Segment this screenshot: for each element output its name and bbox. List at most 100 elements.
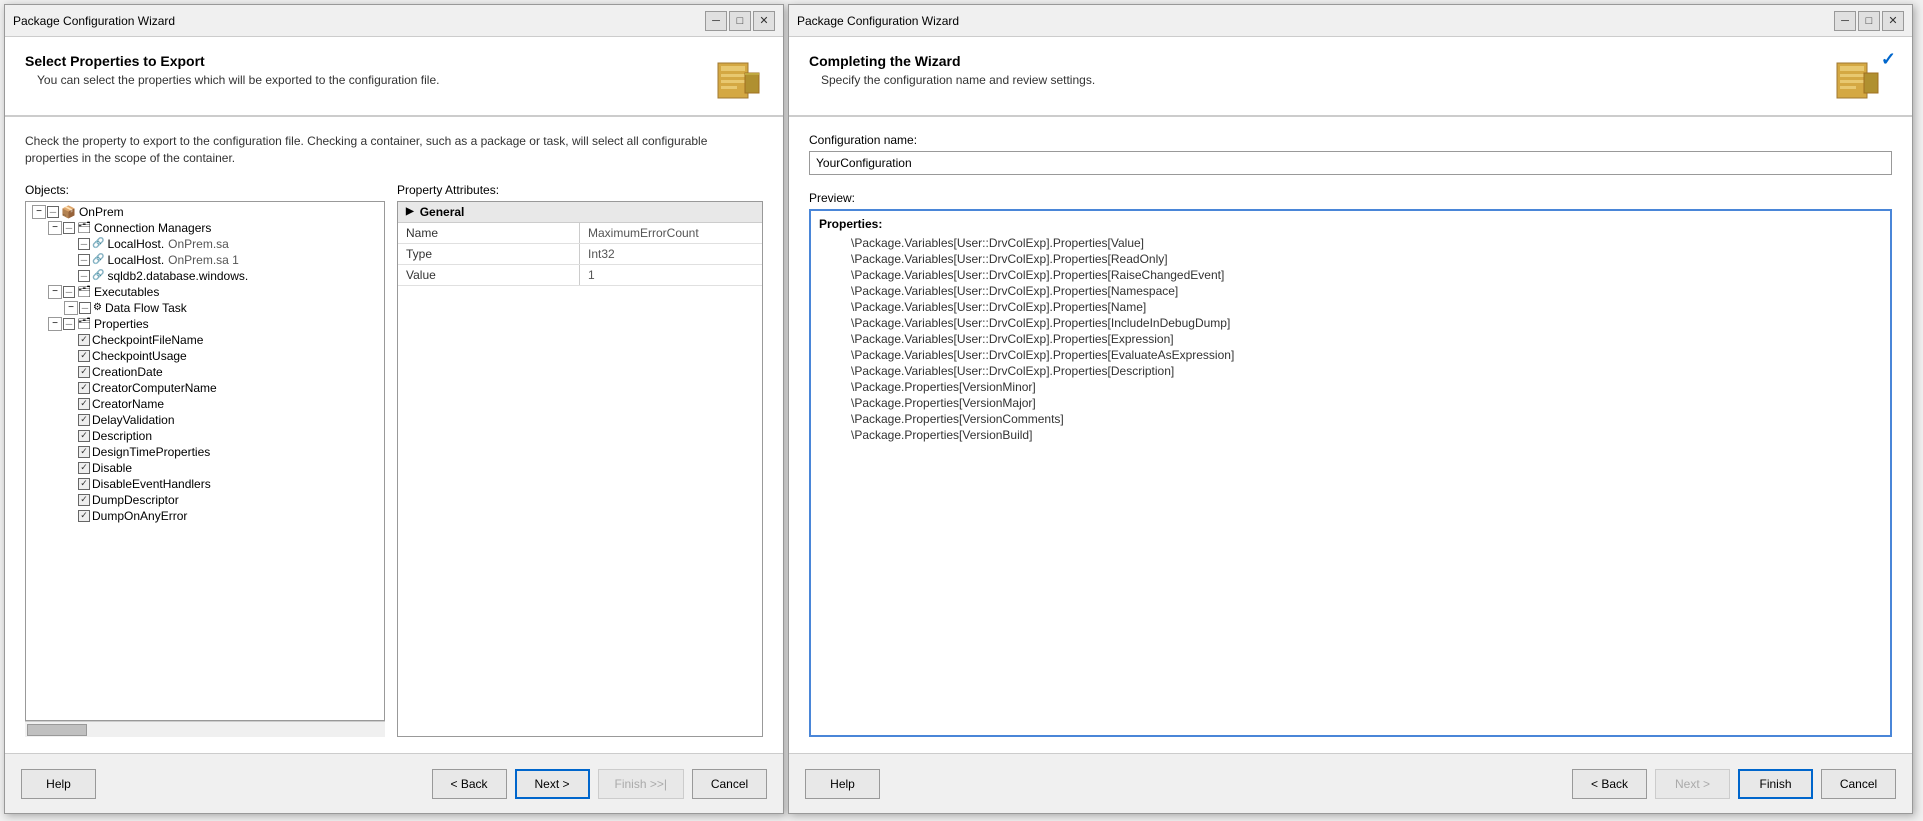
right-title-buttons: ─ □ ✕ — [1834, 11, 1904, 31]
localhost2-value: OnPrem.sa 1 — [168, 253, 239, 267]
config-name-section: Configuration name: — [809, 133, 1892, 175]
preview-item-0: \Package.Variables[User::DrvColExp].Prop… — [819, 235, 1882, 251]
prop-name-value: MaximumErrorCount — [580, 223, 762, 243]
tree-item-dumpdescriptor[interactable]: DumpDescriptor — [28, 492, 382, 508]
tree-item-creatorcomputername[interactable]: CreatorComputerName — [28, 380, 382, 396]
right-header-text: Completing the Wizard Specify the config… — [809, 53, 1095, 87]
expander-onprem[interactable]: − — [32, 205, 46, 219]
cb-designtimeprops[interactable] — [78, 446, 90, 458]
sqldb2-label: sqldb2.database.windows. — [107, 269, 248, 283]
right-finish-button[interactable]: Finish — [1738, 769, 1813, 799]
cb-checkpointfilename[interactable] — [78, 334, 90, 346]
cb-delayvalidation[interactable] — [78, 414, 90, 426]
left-header-text: Select Properties to Export You can sele… — [25, 53, 439, 87]
tree-scrollbar-x[interactable] — [25, 721, 385, 737]
tree-item-localhost2[interactable]: 🔗 LocalHost. OnPrem.sa 1 — [28, 252, 382, 268]
tree-item-disableeventhandlers[interactable]: DisableEventHandlers — [28, 476, 382, 492]
right-wizard-icon-container: ✓ — [1832, 53, 1892, 103]
cb-disable[interactable] — [78, 462, 90, 474]
preview-item-7: \Package.Variables[User::DrvColExp].Prop… — [819, 347, 1882, 363]
tree-item-delayvalidation[interactable]: DelayValidation — [28, 412, 382, 428]
tree-item-checkpointfilename[interactable]: CheckpointFileName — [28, 332, 382, 348]
cb-localhost2[interactable] — [78, 254, 90, 266]
designtimeprops-label: DesignTimeProperties — [92, 445, 210, 459]
prop-row-value: Value 1 — [398, 265, 762, 286]
property-attributes-label: Property Attributes: — [397, 183, 763, 197]
creatorname-label: CreatorName — [92, 397, 164, 411]
config-name-input[interactable] — [809, 151, 1892, 175]
cb-dataflow[interactable] — [79, 302, 91, 314]
connmgr-icon: 🗂 — [77, 221, 91, 234]
cb-checkpointusage[interactable] — [78, 350, 90, 362]
tree-item-creatorname[interactable]: CreatorName — [28, 396, 382, 412]
tree-item-designtimeprops[interactable]: DesignTimeProperties — [28, 444, 382, 460]
expander-props[interactable]: − — [48, 317, 62, 331]
left-close-btn[interactable]: ✕ — [753, 11, 775, 31]
cb-dumpdescriptor[interactable] — [78, 494, 90, 506]
preview-header: Properties: — [819, 217, 1882, 231]
preview-item-10: \Package.Properties[VersionMajor] — [819, 395, 1882, 411]
tree-item-dataflow[interactable]: − ⚙ Data Flow Task — [28, 300, 382, 316]
tree-item-disable[interactable]: Disable — [28, 460, 382, 476]
config-name-label: Configuration name: — [809, 133, 1892, 147]
left-next-button[interactable]: Next > — [515, 769, 590, 799]
tree-item-onprem[interactable]: − 📦 OnPrem — [28, 204, 382, 220]
tree-item-description[interactable]: Description — [28, 428, 382, 444]
localhost1-icon: 🔗 — [92, 238, 104, 249]
right-header-title: Completing the Wizard — [809, 53, 1095, 69]
right-cancel-button[interactable]: Cancel — [1821, 769, 1896, 799]
creatorcomputername-label: CreatorComputerName — [92, 381, 217, 395]
right-header-subtitle: Specify the configuration name and revie… — [821, 73, 1095, 87]
right-help-button[interactable]: Help — [805, 769, 880, 799]
expander-connmgr[interactable]: − — [48, 221, 62, 235]
preview-item-3: \Package.Variables[User::DrvColExp].Prop… — [819, 283, 1882, 299]
prop-name-label: Name — [398, 223, 580, 243]
left-cancel-button[interactable]: Cancel — [692, 769, 767, 799]
right-minimize-btn[interactable]: ─ — [1834, 11, 1856, 31]
cb-onprem[interactable] — [47, 206, 59, 218]
executables-label: Executables — [94, 285, 159, 299]
right-close-btn[interactable]: ✕ — [1882, 11, 1904, 31]
expander-executables[interactable]: − — [48, 285, 62, 299]
cb-connmgr[interactable] — [63, 222, 75, 234]
scrollbar-thumb[interactable] — [27, 724, 87, 736]
left-minimize-btn[interactable]: ─ — [705, 11, 727, 31]
left-wizard-content: Check the property to export to the conf… — [5, 117, 783, 753]
cb-executables[interactable] — [63, 286, 75, 298]
cb-dumponerror[interactable] — [78, 510, 90, 522]
cb-disableeventhandlers[interactable] — [78, 478, 90, 490]
tree-item-dumponerror[interactable]: DumpOnAnyError — [28, 508, 382, 524]
right-wizard: Package Configuration Wizard ─ □ ✕ Compl… — [788, 4, 1913, 814]
right-wizard-content: Configuration name: Preview: Properties:… — [789, 117, 1912, 753]
left-maximize-btn[interactable]: □ — [729, 11, 751, 31]
left-wizard-header: Select Properties to Export You can sele… — [5, 37, 783, 117]
tree-item-creationdate[interactable]: CreationDate — [28, 364, 382, 380]
left-back-button[interactable]: < Back — [432, 769, 507, 799]
tree-item-properties-folder[interactable]: − 🗂 Properties — [28, 316, 382, 332]
cb-description[interactable] — [78, 430, 90, 442]
cb-localhost1[interactable] — [78, 238, 90, 250]
tree-container[interactable]: − 📦 OnPrem − 🗂 Connection Managers — [25, 201, 385, 721]
tree-item-localhost1[interactable]: 🔗 LocalHost. OnPrem.sa — [28, 236, 382, 252]
left-header-title: Select Properties to Export — [25, 53, 439, 69]
preview-item-12: \Package.Properties[VersionBuild] — [819, 427, 1882, 443]
cb-props-folder[interactable] — [63, 318, 75, 330]
localhost2-icon: 🔗 — [92, 254, 104, 265]
tree-item-sqldb2[interactable]: 🔗 sqldb2.database.windows. — [28, 268, 382, 284]
right-next-button: Next > — [1655, 769, 1730, 799]
expander-dataflow[interactable]: − — [64, 301, 78, 315]
checkpointfilename-label: CheckpointFileName — [92, 333, 203, 347]
cb-sqldb2[interactable] — [78, 270, 90, 282]
cb-creatorcomputername[interactable] — [78, 382, 90, 394]
left-help-button[interactable]: Help — [21, 769, 96, 799]
right-footer: Help < Back Next > Finish Cancel — [789, 753, 1912, 813]
tree-item-executables[interactable]: − 🗂 Executables — [28, 284, 382, 300]
preview-box[interactable]: Properties: \Package.Variables[User::Drv… — [809, 209, 1892, 737]
cb-creationdate[interactable] — [78, 366, 90, 378]
left-footer: Help < Back Next > Finish >>| Cancel — [5, 753, 783, 813]
right-back-button[interactable]: < Back — [1572, 769, 1647, 799]
right-maximize-btn[interactable]: □ — [1858, 11, 1880, 31]
cb-creatorname[interactable] — [78, 398, 90, 410]
tree-item-connection-managers[interactable]: − 🗂 Connection Managers — [28, 220, 382, 236]
tree-item-checkpointusage[interactable]: CheckpointUsage — [28, 348, 382, 364]
